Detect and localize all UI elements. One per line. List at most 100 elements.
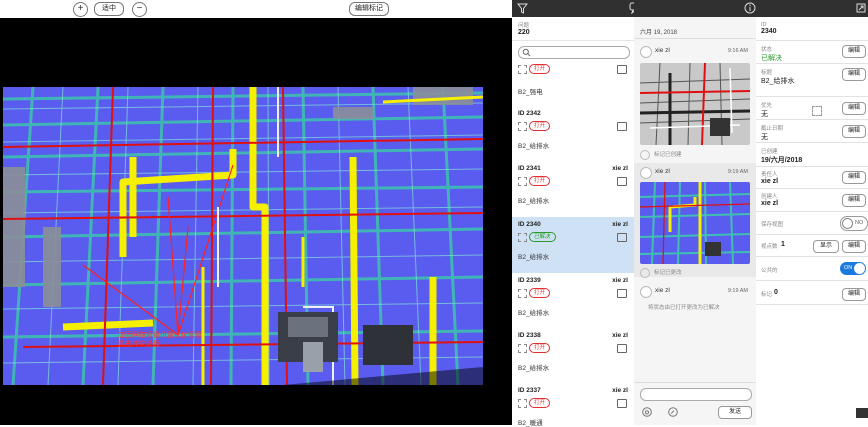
priority-icon bbox=[812, 106, 822, 116]
search-icon bbox=[522, 48, 531, 57]
detail-toolbar bbox=[756, 0, 868, 17]
checkbox-icon[interactable] bbox=[518, 65, 527, 74]
list-item-id: ID 2339 bbox=[518, 277, 541, 284]
issue-count-header: 问题 220 bbox=[512, 17, 634, 41]
chat-date: 六月 19, 2018 bbox=[640, 30, 678, 36]
avatar-icon bbox=[640, 167, 652, 179]
list-item-title: B2_暖通 bbox=[518, 420, 543, 427]
edit-views-button[interactable]: 编辑 bbox=[842, 240, 866, 253]
zoom-in-button[interactable]: + bbox=[73, 2, 88, 17]
list-item-title: B2_给排水 bbox=[518, 310, 550, 317]
status-badge: 打开 bbox=[529, 398, 551, 408]
created-label: 已创建 bbox=[761, 149, 778, 155]
status-badge: 已解决 bbox=[529, 232, 556, 242]
issue-detail-panel: ID 2340 状态 已解决 编辑 标题 B2_给排水 编辑 优先 无 编辑 截… bbox=[756, 0, 868, 425]
filter-icon[interactable] bbox=[517, 3, 528, 14]
divider bbox=[756, 280, 868, 281]
list-item[interactable]: 打开 B2_强电 bbox=[512, 60, 634, 107]
checkbox-icon[interactable] bbox=[518, 233, 527, 242]
snapshot-thumbnail[interactable] bbox=[640, 63, 750, 145]
divider bbox=[756, 256, 868, 257]
system-icon bbox=[640, 150, 650, 160]
list-item-user: xie zl bbox=[612, 221, 628, 228]
checkbox-icon[interactable] bbox=[518, 344, 527, 353]
keyboard-icon[interactable] bbox=[856, 408, 868, 418]
checkbox-icon[interactable] bbox=[518, 122, 527, 131]
info-icon[interactable] bbox=[744, 2, 756, 14]
list-item-title: B2_给排水 bbox=[518, 365, 550, 372]
bim-model-canvas[interactable]: 加固网络管道位置优化管道 路由冲突处理 bbox=[3, 87, 483, 385]
edit-due-date-button[interactable]: 编辑 bbox=[842, 125, 866, 138]
list-item[interactable]: ID 2339 xie zl 打开 B2_给排水 bbox=[512, 273, 634, 329]
image-icon bbox=[617, 399, 627, 408]
save-view-toggle[interactable]: NO bbox=[840, 216, 868, 231]
chat-caption: 标记已更改 bbox=[654, 270, 682, 276]
list-item-id: ID 2341 bbox=[518, 165, 541, 172]
system-icon bbox=[640, 268, 650, 278]
model-annotation-line1: 加固网络管道位置优化管道 bbox=[118, 332, 202, 339]
list-item-user: xie zl bbox=[612, 277, 628, 284]
divider bbox=[634, 38, 756, 39]
checkbox-icon[interactable] bbox=[518, 177, 527, 186]
search-input[interactable] bbox=[518, 46, 630, 59]
export-icon[interactable] bbox=[856, 3, 866, 13]
divider bbox=[756, 63, 868, 64]
edit-title-button[interactable]: 编辑 bbox=[842, 68, 866, 81]
id-value: 2340 bbox=[761, 28, 777, 35]
list-item-user: xie zl bbox=[612, 165, 628, 172]
avatar-icon bbox=[640, 46, 652, 58]
divider bbox=[756, 166, 868, 167]
status-badge: 打开 bbox=[529, 176, 551, 186]
chat-caption: 标记已创建 bbox=[654, 152, 682, 158]
views-label: 视点数 bbox=[761, 244, 778, 250]
image-icon bbox=[617, 177, 627, 186]
comment-toolbar bbox=[634, 0, 756, 17]
created-value: 19/六月/2018 bbox=[761, 157, 803, 164]
views-value: 1 bbox=[781, 241, 785, 248]
comment-input[interactable] bbox=[640, 388, 752, 401]
issue-count-label: 问题 bbox=[518, 23, 530, 29]
divider bbox=[634, 382, 756, 383]
chat-author: xie zl bbox=[655, 287, 670, 294]
chat-author: xie zl bbox=[655, 168, 670, 175]
status-badge: 打开 bbox=[529, 343, 551, 353]
zoom-out-button[interactable]: − bbox=[132, 2, 147, 17]
list-item-selected[interactable]: ID 2340 xie zl 已解决 B2_给排水 bbox=[512, 217, 634, 274]
divider bbox=[756, 119, 868, 120]
edit-status-button[interactable]: 编辑 bbox=[842, 45, 866, 58]
edit-assignee-button[interactable]: 编辑 bbox=[842, 171, 866, 184]
list-item[interactable]: ID 2338 xie zl 打开 B2_给排水 bbox=[512, 328, 634, 384]
list-item[interactable]: ID 2337 xie zl 打开 B2_暖通 bbox=[512, 383, 634, 427]
markup-value: 0 bbox=[774, 289, 778, 296]
divider bbox=[756, 40, 868, 41]
divider bbox=[756, 211, 868, 212]
edit-markup-button[interactable]: 编辑 bbox=[842, 288, 866, 301]
edit-priority-button[interactable]: 编辑 bbox=[842, 102, 866, 115]
issue-count-value: 220 bbox=[518, 29, 530, 36]
image-icon bbox=[617, 344, 627, 353]
image-icon bbox=[617, 233, 627, 242]
edit-mark-button[interactable]: 编辑标记 bbox=[349, 2, 389, 16]
list-item-user: xie zl bbox=[612, 387, 628, 394]
list-item-title: B2_强电 bbox=[518, 89, 543, 96]
list-item-id: ID 2342 bbox=[518, 110, 541, 117]
show-views-button[interactable]: 显示 bbox=[813, 240, 839, 253]
list-item[interactable]: ID 2341 xie zl 打开 B2_给排水 bbox=[512, 161, 634, 218]
send-button[interactable]: 发送 bbox=[718, 406, 752, 419]
snapshot-thumbnail[interactable] bbox=[640, 182, 750, 264]
center-button[interactable]: 适中 bbox=[94, 2, 124, 16]
list-item-title: B2_给排水 bbox=[518, 254, 550, 261]
model-viewer[interactable]: + 适中 − 编辑标记 加固网络管道位置优化管道 路由冲突处理 bbox=[0, 0, 512, 425]
public-toggle[interactable]: ON bbox=[840, 262, 866, 275]
checkbox-icon[interactable] bbox=[518, 399, 527, 408]
image-icon bbox=[617, 122, 627, 131]
camera-icon[interactable] bbox=[642, 407, 652, 417]
checkbox-icon[interactable] bbox=[518, 289, 527, 298]
edit-creator-button[interactable]: 编辑 bbox=[842, 194, 866, 207]
attachment-icon[interactable] bbox=[668, 407, 678, 417]
divider bbox=[756, 96, 868, 97]
status-badge: 打开 bbox=[529, 288, 551, 298]
markup-label: 标记 bbox=[761, 292, 773, 298]
viewer-toolbar: + 适中 − 编辑标记 bbox=[0, 0, 512, 18]
list-item[interactable]: ID 2342 打开 B2_给排水 bbox=[512, 106, 634, 162]
